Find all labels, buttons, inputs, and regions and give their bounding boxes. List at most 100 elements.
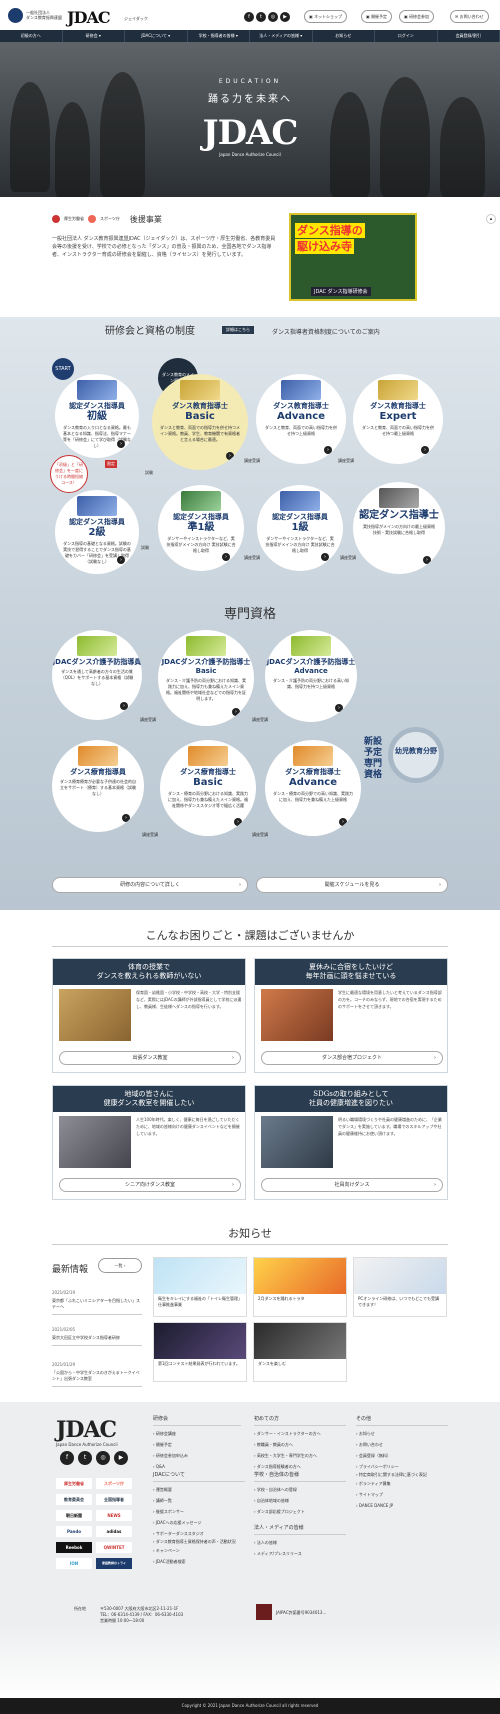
footer-link[interactable]: › JDAC活動者検索 — [153, 1556, 245, 1567]
qual-expert[interactable]: ダンス教育指導士 Expert ダンスと教育、両面での高い指導力を併せ持つ最上級… — [353, 374, 443, 464]
nav-item-corporate[interactable]: 法人・メディアの皆様 ▾ — [250, 30, 313, 42]
qual-kaigo-advance[interactable]: JDACダンス介護予防指導士 Advance ダンス・介護予防の両分野における高… — [265, 630, 357, 722]
instagram-icon[interactable]: ◎ — [268, 12, 278, 22]
nav-item-news[interactable]: お知らせ — [313, 30, 375, 42]
footer-link[interactable]: › ダンス部応援プロジェクト — [254, 1506, 346, 1517]
footer-link[interactable]: › プライバシーポリシー — [356, 1461, 448, 1472]
dance-seminar-banner[interactable]: ダンス指導の 駆け込み寺 JDAC ダンス指導研修会 — [289, 213, 417, 301]
badge-try[interactable]: 家庭教師のトライ — [96, 1558, 132, 1569]
youtube-icon[interactable]: ▶ — [114, 1451, 128, 1465]
nav-item-schools[interactable]: 学校・指導者の皆様 ▾ — [188, 30, 250, 42]
footer-link[interactable]: › メディア/プレスリリース — [254, 1548, 346, 1559]
badge-qwintet[interactable]: QWINTET — [96, 1542, 132, 1553]
news-card[interactable]: PCオンライン研修は、いつでもどこでも受講できます！ — [353, 1257, 447, 1317]
schedule-button[interactable]: ▣ 開催予定 — [361, 10, 393, 23]
scroll-top-icon[interactable]: ▴ — [486, 214, 496, 224]
problem-link-button[interactable]: シニア向けダンス教室 › — [59, 1178, 241, 1192]
footer-logo[interactable]: JDAC — [56, 1417, 117, 1443]
badge-zenkoku[interactable]: 全国指導者 — [96, 1494, 132, 1505]
instagram-icon[interactable]: ◎ — [96, 1451, 110, 1465]
twitter-icon[interactable]: t — [78, 1451, 92, 1465]
netshop-button[interactable]: ▣ ネットショップ — [304, 10, 348, 23]
footer-link[interactable]: › 高校生・大学生・専門学生の方へ — [254, 1450, 346, 1461]
badge-ion[interactable]: ION — [56, 1558, 92, 1569]
news-list-button[interactable]: 一覧 › — [98, 1258, 142, 1273]
jdac-logo[interactable]: JDAC — [67, 8, 111, 27]
footer-link[interactable]: › DANCE DANCE JP — [356, 1500, 448, 1511]
footer-link[interactable]: › 法人の皆様 — [254, 1537, 346, 1548]
footer-link[interactable]: › 教職員・教員の方へ — [254, 1439, 346, 1450]
qual-basic[interactable]: ダンス教育指導士 Basic ダンスと教育、両面での指導力を併せ持つメイン資格。… — [152, 374, 248, 470]
footer-link[interactable]: › 後援スポンサー — [153, 1506, 245, 1517]
hero-logo: JDAC — [202, 113, 298, 153]
badge-mhlw[interactable]: 厚生労働省 — [56, 1478, 92, 1489]
facebook-icon[interactable]: f — [244, 12, 254, 22]
qual-advance[interactable]: ダンス教育指導士 Advance ダンスと教育、両面での高い指導力を併せ持つ上級… — [256, 374, 346, 464]
badge-sports[interactable]: スポーツ庁 — [96, 1478, 132, 1489]
qual-ryoiku-advance[interactable]: ダンス療育指導士 Advance ダンス・療育の両分野での高い知識、実践力に加え… — [265, 740, 361, 836]
news-card[interactable]: 衛生をキレイにする福祉の「トイレ衛生管理」仕事推進事業 — [153, 1257, 247, 1317]
badge-pando[interactable]: Pando — [56, 1526, 92, 1537]
badge-edu[interactable]: 教育委員会 — [56, 1494, 92, 1505]
seminar-join-button[interactable]: ▣ 研修会参加 — [399, 10, 435, 23]
footer-link[interactable]: › 学校・自治体への登録 — [254, 1484, 346, 1495]
schedule-view-button[interactable]: 開催スケジュールを見る › — [256, 877, 448, 893]
contact-button[interactable]: ✉ お問い合わせ — [450, 10, 489, 23]
problem-link-button[interactable]: 出張ダンス教室 › — [59, 1051, 241, 1065]
qual-shokyu[interactable]: 認定ダンス指導員 初級 ダンス教育の入り口となる資格。最も基本となる知識、指導法… — [55, 374, 139, 458]
problem-link-button[interactable]: ダンス部合宿プロジェクト › — [261, 1051, 443, 1065]
qual-shidoushi[interactable]: 認定ダンス指導士 実技指導がメインの方向けの最上級資格 技術・実技試験に合格し取… — [353, 482, 445, 574]
specialty-title: 専門資格 — [223, 607, 276, 622]
org-logo-icon[interactable] — [8, 8, 23, 23]
problem-heading: 体育の授業で ダンスを教えられる教師がいない — [53, 959, 245, 985]
qual-ryoiku-basic[interactable]: ダンス療育指導士 Basic ダンス・療育の両分野における知識、実践力に加え、指… — [160, 740, 256, 836]
footer-link[interactable]: › JDACへの応援メッセージ — [153, 1517, 245, 1528]
footer-link[interactable]: › ボランティア募集 — [356, 1478, 448, 1489]
news-card-text: 2月ダンスを踊れるトラタ — [258, 1296, 305, 1301]
problem-link-button[interactable]: 社員向けダンス › — [261, 1178, 443, 1192]
chevron-right-icon: › — [232, 1182, 234, 1188]
news-card[interactable]: 2月ダンスを踊れるトラタ — [253, 1257, 347, 1317]
qual-kaigo-basic[interactable]: JDACダンス介護予防指導士 Basic ダンス・介護予防の両分野における知識、… — [158, 630, 254, 726]
news-card[interactable]: ダンスを楽しむ — [253, 1322, 347, 1382]
youtube-icon[interactable]: ▶ — [280, 12, 290, 22]
footer-link[interactable]: › 開催予定 — [153, 1439, 241, 1450]
footer-link[interactable]: › 会員登録（無料） — [356, 1450, 448, 1461]
footer-link[interactable]: › 運営概要 — [153, 1484, 245, 1495]
news-card-image — [154, 1323, 246, 1359]
qual-jun1kyu[interactable]: 認定ダンス指導員 準1級 ダンサーやインストラクターなど、実技指導がメインの方向… — [158, 485, 244, 571]
seminar-detail-button[interactable]: 研修の内容について詳しく › — [52, 877, 248, 893]
footer-link[interactable]: › 自治体地域の皆様 — [254, 1495, 346, 1506]
qual-kaigo-shidouin[interactable]: JDACダンス介護予防指導員 ダンスを通して高齢者の方々の生活の質（QOL）をサ… — [52, 630, 142, 720]
nav-item-seminar[interactable]: 研修会 ▾ — [63, 30, 125, 42]
news-card[interactable]: 第1回コンテスト結果発表が行われています。 — [153, 1322, 247, 1382]
news-card-text: 第1回コンテスト結果発表が行われています。 — [158, 1361, 240, 1366]
badge-asahi[interactable]: 朝日新聞 — [56, 1510, 92, 1521]
qual-ryoiku-shidouin[interactable]: ダンス療育指導員 ダンス療育療育が必要な子供達の社会的自立をサポート（療育）する… — [52, 740, 144, 832]
footer-link[interactable]: › ダンサー・インストラクターの方へ — [254, 1428, 346, 1439]
nav-item-about[interactable]: JDACについて ▾ — [125, 30, 188, 42]
twitter-icon[interactable]: t — [256, 12, 266, 22]
footer-link[interactable]: › 研修会参加申込み — [153, 1450, 241, 1461]
footer-link[interactable]: › 研修会講座 — [153, 1428, 241, 1439]
badge-adidas[interactable]: adidas — [96, 1526, 132, 1537]
qual-1kyu[interactable]: 認定ダンス指導員 1級 ダンサーやインストラクターなど、実技指導がメインの方向け… — [257, 485, 343, 571]
footer-link[interactable]: › お知らせ — [356, 1428, 448, 1439]
footer-link[interactable]: › キャンペーン — [153, 1545, 245, 1556]
footer-link[interactable]: › サイトマップ — [356, 1489, 448, 1500]
badge-news[interactable]: NEWS — [96, 1510, 132, 1521]
footer-link[interactable]: › お問い合わせ — [356, 1439, 448, 1450]
news-item[interactable]: 2021/02/19 東京都「ふれこいミニシアターを目指したい」ステーへ — [52, 1290, 142, 1315]
news-item[interactable]: 2021/02/05 東京大田区立中学校ダンス指導者研修 — [52, 1327, 142, 1346]
badge-reebok[interactable]: Reebok — [56, 1542, 92, 1553]
nav-item-beginner[interactable]: 初級の方へ — [0, 30, 63, 42]
qual-2kyu[interactable]: 認定ダンス指導員 2級 ダンス指導の基礎となる資格。試験の実技で習得することでダ… — [55, 490, 139, 574]
license-card-icon — [180, 380, 220, 400]
qual-detail-link[interactable]: 詳細はこちら — [222, 326, 254, 334]
facebook-icon[interactable]: f — [60, 1451, 74, 1465]
nav-item-register[interactable]: 会員登録/割引 — [438, 30, 500, 42]
nav-item-login[interactable]: ログイン — [375, 30, 438, 42]
footer-link[interactable]: › 講師一覧 — [153, 1495, 245, 1506]
footer-link[interactable]: › サポーターダンススタジオ — [153, 1528, 245, 1539]
news-item[interactable]: 2021/01/29 「公園から・中学生ダンスのきがえるトークイベント」出張ダンス… — [52, 1362, 142, 1387]
